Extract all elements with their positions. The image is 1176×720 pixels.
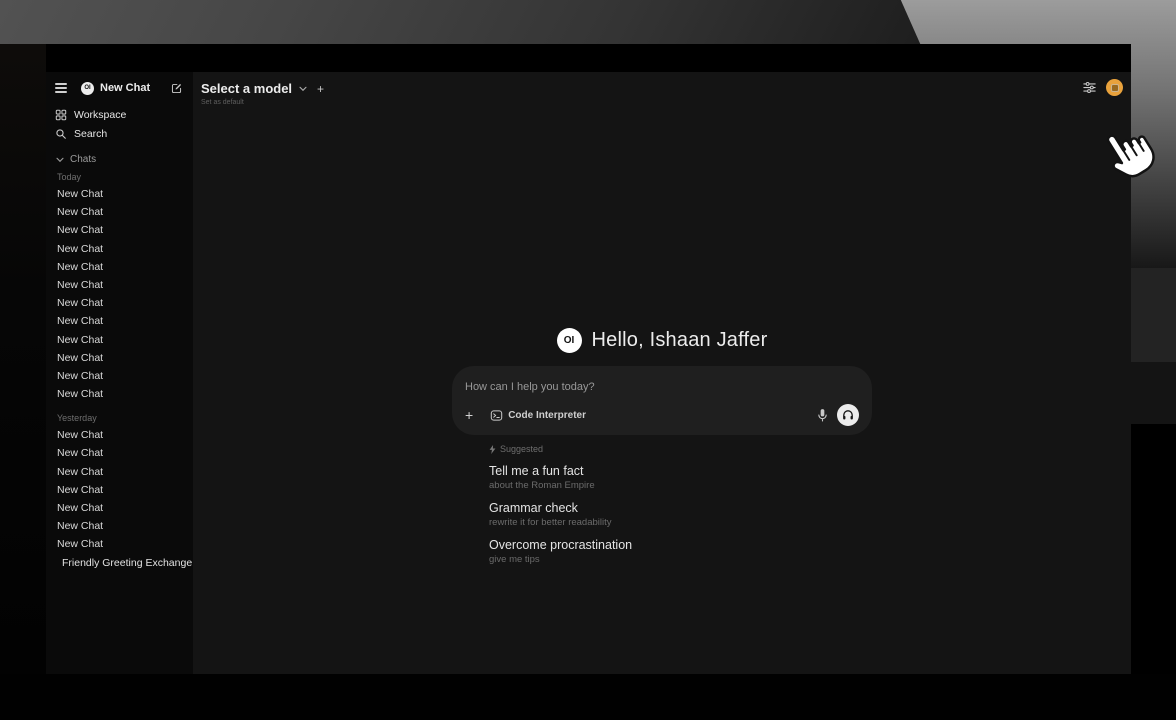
terminal-icon: [490, 409, 503, 422]
chat-list-item[interactable]: New Chat: [53, 499, 186, 517]
chat-list-item[interactable]: New Chat: [53, 367, 186, 385]
chat-list-item[interactable]: New Chat: [53, 240, 186, 258]
chevron-down-icon[interactable]: [299, 86, 307, 92]
app-logo-icon: OI: [557, 328, 582, 353]
suggested-prompt[interactable]: Grammar check rewrite it for better read…: [489, 501, 872, 528]
chat-list-yesterday: New ChatNew ChatNew ChatNew ChatNew Chat…: [53, 426, 186, 553]
edit-pencil-icon: [170, 82, 183, 95]
code-interpreter-toggle[interactable]: Code Interpreter: [490, 409, 586, 422]
chat-list-item[interactable]: New Chat: [53, 276, 186, 294]
chat-list-item[interactable]: New Chat: [53, 185, 186, 203]
chat-list-item[interactable]: New Chat: [53, 463, 186, 481]
grid-icon: [55, 109, 67, 121]
chat-list-item[interactable]: New Chat: [53, 481, 186, 499]
desktop-background-left: [0, 44, 46, 674]
suggested-label: Suggested: [489, 444, 872, 454]
sidebar: OI New Chat Workspace: [46, 72, 193, 674]
bolt-icon: [489, 445, 496, 454]
window-title-strip: [46, 44, 1131, 72]
chat-list-item[interactable]: New Chat: [53, 535, 186, 553]
chat-group-label-yesterday: Yesterday: [53, 410, 186, 426]
screen: OI New Chat Workspace: [0, 0, 1176, 720]
add-model-button[interactable]: +: [317, 82, 324, 96]
chevron-down-icon: [56, 157, 64, 163]
sidebar-title: New Chat: [100, 82, 150, 94]
chat-list-item[interactable]: New Chat: [53, 221, 186, 239]
chat-group-label-today: Today: [53, 169, 186, 185]
desktop-background-block: [1130, 362, 1176, 424]
chat-list-item[interactable]: New Chat: [53, 203, 186, 221]
model-selector[interactable]: Select a model: [201, 81, 292, 96]
desktop-background-bottom: [0, 674, 1176, 720]
search-icon: [55, 128, 67, 140]
chat-list-item-friendly-greeting[interactable]: Friendly Greeting Exchange: [53, 554, 186, 572]
suggested-section: Suggested Tell me a fun fact about the R…: [452, 444, 872, 565]
chat-list-item[interactable]: New Chat: [53, 312, 186, 330]
sidebar-chats-toggle[interactable]: Chats: [53, 152, 186, 167]
greeting-text: Hello, Ishaan Jaffer: [592, 329, 768, 352]
greeting-row: OI Hello, Ishaan Jaffer: [452, 328, 872, 353]
sidebar-header: OI New Chat: [53, 78, 186, 98]
headphones-icon: [841, 408, 855, 422]
attach-plus-button[interactable]: +: [465, 408, 473, 422]
settings-sliders-icon[interactable]: [1082, 80, 1097, 95]
chat-list-item[interactable]: New Chat: [53, 331, 186, 349]
chat-list-today: New ChatNew ChatNew ChatNew ChatNew Chat…: [53, 185, 186, 403]
user-avatar[interactable]: [1106, 79, 1123, 96]
new-chat-button[interactable]: [170, 82, 183, 95]
message-composer[interactable]: + Code Interpreter: [452, 366, 872, 435]
chat-list-item[interactable]: New Chat: [53, 444, 186, 462]
avatar-image: [1111, 84, 1119, 92]
desktop-background-block: [1130, 268, 1176, 362]
open-webui-window: OI New Chat Workspace: [46, 44, 1131, 674]
chat-list-item[interactable]: New Chat: [53, 258, 186, 276]
message-input[interactable]: [465, 381, 859, 393]
voice-call-button[interactable]: [837, 404, 859, 426]
main-panel: Select a model + Set as default: [193, 72, 1131, 674]
microphone-icon: [817, 408, 828, 423]
sidebar-toggle-icon[interactable]: [55, 83, 67, 93]
chat-list-item[interactable]: New Chat: [53, 426, 186, 444]
chat-list-item[interactable]: New Chat: [53, 349, 186, 367]
set-as-default-button[interactable]: Set as default: [201, 99, 324, 106]
chat-list-item[interactable]: New Chat: [53, 517, 186, 535]
sidebar-nav: Workspace Search: [53, 105, 186, 143]
microphone-button[interactable]: [817, 408, 828, 423]
suggested-prompt[interactable]: Tell me a fun fact about the Roman Empir…: [489, 464, 872, 491]
suggested-prompt[interactable]: Overcome procrastination give me tips: [489, 538, 872, 565]
chat-list-item[interactable]: New Chat: [53, 385, 186, 403]
suggested-list: Tell me a fun fact about the Roman Empir…: [489, 464, 872, 565]
sidebar-nav-item[interactable]: Search: [53, 124, 186, 143]
sidebar-nav-item[interactable]: Workspace: [53, 105, 186, 124]
chat-list-item[interactable]: New Chat: [53, 294, 186, 312]
app-logo-icon: OI: [81, 82, 94, 95]
